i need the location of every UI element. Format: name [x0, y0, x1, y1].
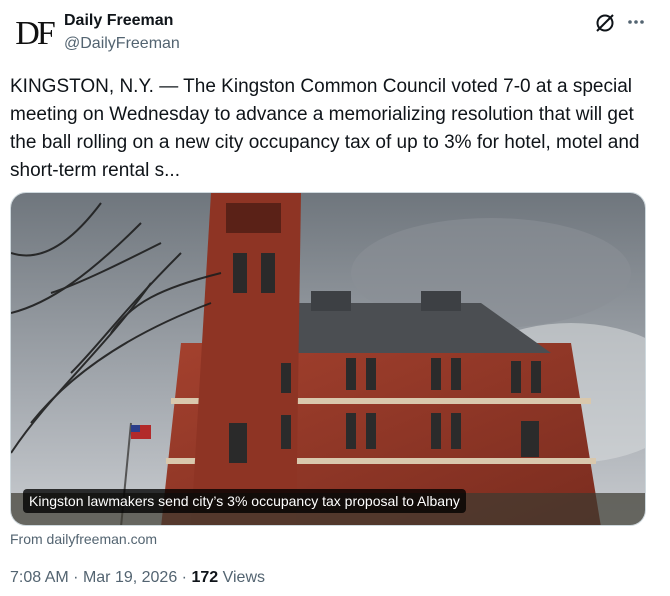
views-label: Views: [222, 569, 265, 586]
tweet-meta: 7:08 AM · Mar 19, 2026 · 172 Views: [10, 569, 265, 587]
card-caption: Kingston lawmakers send city’s 3% occupa…: [23, 489, 466, 513]
card-image: [11, 193, 645, 525]
user-handle[interactable]: @DailyFreeman: [64, 35, 180, 53]
more-icon[interactable]: [626, 14, 646, 30]
meta-separator: ·: [181, 569, 187, 586]
avatar[interactable]: DF: [10, 10, 58, 58]
display-name[interactable]: Daily Freeman: [64, 12, 173, 30]
tweet-text: KINGSTON, N.Y. — The Kingston Common Cou…: [10, 76, 645, 181]
views-count: 172: [191, 569, 219, 586]
tweet-date[interactable]: Mar 19, 2026: [83, 569, 177, 586]
tweet-time[interactable]: 7:08 AM: [10, 569, 69, 586]
link-card[interactable]: Kingston lawmakers send city’s 3% occupa…: [10, 192, 646, 526]
grok-icon[interactable]: [594, 12, 616, 34]
meta-separator: ·: [73, 569, 79, 586]
card-source[interactable]: From dailyfreeman.com: [10, 531, 157, 547]
